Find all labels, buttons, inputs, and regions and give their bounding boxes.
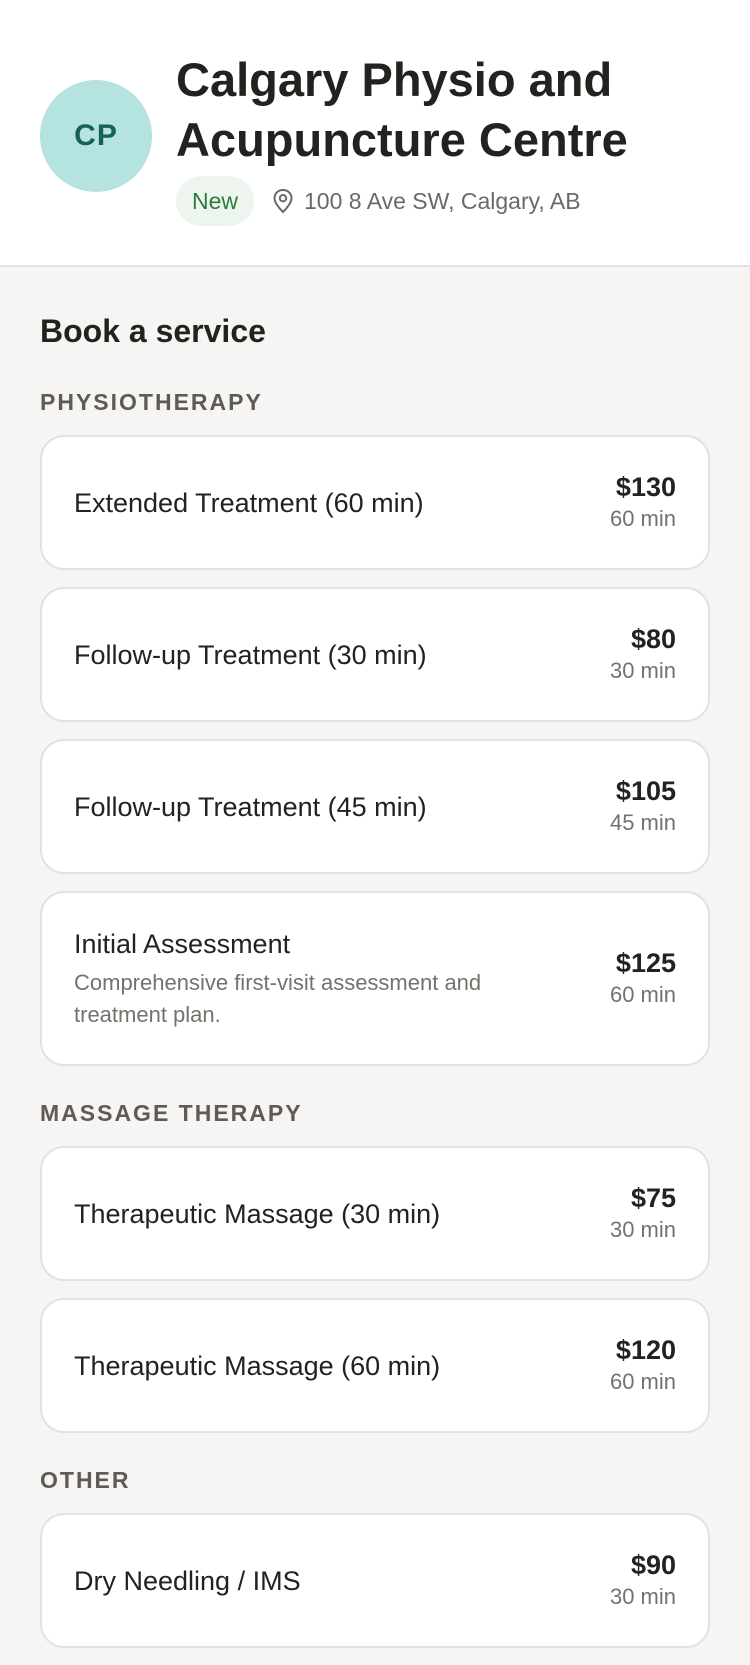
service-name: Therapeutic Massage (60 min) <box>74 1350 441 1381</box>
service-duration: 30 min <box>609 657 676 683</box>
service-price: $125 <box>615 947 676 978</box>
section-label-other: OTHER <box>40 1467 131 1493</box>
section-label-massage-therapy: MASSAGE THERAPY <box>40 1100 303 1126</box>
service-price: $75 <box>630 1182 676 1213</box>
service-card[interactable]: Extended Treatment (60 min) $130 60 min <box>40 435 710 570</box>
service-name: Follow-up Treatment (45 min) <box>74 791 427 822</box>
service-duration: 30 min <box>609 1583 676 1609</box>
service-price: $80 <box>630 623 676 654</box>
book-service-title: Book a service <box>40 313 266 349</box>
service-duration: 60 min <box>609 1368 676 1394</box>
service-card[interactable]: Initial Assessment Comprehensive first-v… <box>40 891 710 1066</box>
service-card[interactable]: Follow-up Treatment (45 min) $105 45 min <box>40 739 710 874</box>
service-price: $120 <box>615 1334 676 1365</box>
service-card[interactable]: Therapeutic Massage (60 min) $120 60 min <box>40 1298 710 1433</box>
service-card[interactable]: Dry Needling / IMS $90 30 min <box>40 1513 710 1648</box>
clinic-header: CP Calgary Physio and Acupuncture Centre… <box>0 0 750 267</box>
service-price: $130 <box>615 471 676 502</box>
service-duration: 60 min <box>609 981 676 1007</box>
service-card[interactable]: Follow-up Treatment (30 min) $80 30 min <box>40 587 710 722</box>
clinic-address: 100 8 Ave SW, Calgary, AB <box>304 187 581 214</box>
service-duration: 45 min <box>609 809 676 835</box>
clinic-meta: New 100 8 Ave SW, Calgary, AB <box>176 176 581 226</box>
service-card[interactable]: Therapeutic Massage (30 min) $75 30 min <box>40 1146 710 1281</box>
clinic-avatar: CP <box>40 80 152 192</box>
service-duration: 30 min <box>609 1216 676 1242</box>
section-label-physiotherapy: PHYSIOTHERAPY <box>40 389 263 415</box>
service-name: Dry Needling / IMS <box>74 1565 301 1596</box>
location-pin-icon <box>272 188 294 214</box>
new-badge: New <box>176 176 255 226</box>
service-name: Extended Treatment (60 min) <box>74 487 424 518</box>
service-name: Therapeutic Massage (30 min) <box>74 1198 441 1229</box>
service-name: Initial Assessment <box>74 928 291 959</box>
service-name: Follow-up Treatment (30 min) <box>74 639 427 670</box>
service-price: $105 <box>615 775 676 806</box>
service-price: $90 <box>630 1549 676 1580</box>
booking-section: Book a service PHYSIOTHERAPY Extended Tr… <box>40 267 710 1665</box>
clinic-name: Calgary Physio and Acupuncture Centre <box>176 53 628 166</box>
service-duration: 60 min <box>609 505 676 531</box>
service-description: Comprehensive first-visit assessment and… <box>74 969 482 1027</box>
